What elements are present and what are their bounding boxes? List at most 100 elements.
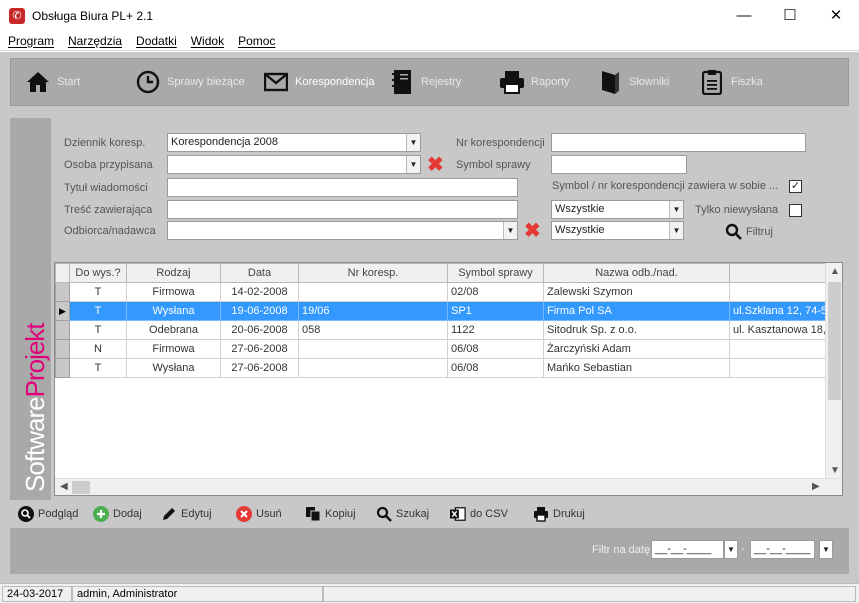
date-separator: - — [741, 543, 745, 555]
kopiuj-button[interactable]: Kopiuj — [305, 506, 356, 522]
vertical-scrollbar[interactable]: ▲ ▼ — [825, 263, 842, 480]
scroll-up-icon[interactable]: ▲ — [830, 266, 840, 277]
filtruj-button[interactable]: Filtruj — [725, 223, 773, 240]
odbiorca-label: Odbiorca/nadawca — [64, 225, 156, 237]
envelope-icon — [263, 69, 289, 95]
correspondence-grid: Do wys.? Rodzaj Data Nr koresp. Symbol s… — [54, 262, 843, 496]
szukaj-button[interactable]: Szukaj — [376, 506, 429, 522]
osoba-select[interactable]: ▼ — [167, 155, 421, 174]
scroll-down-icon[interactable]: ▼ — [830, 465, 840, 476]
copy-icon — [305, 506, 321, 522]
cell-nazwa: Firma Pol SA — [543, 301, 730, 321]
row-indicator[interactable] — [55, 358, 70, 378]
column-header[interactable]: Nazwa odb./nad. — [543, 263, 730, 283]
toolbar-rejestry-label: Rejestry — [421, 76, 462, 88]
zawiera-checkbox[interactable]: ✓ — [789, 180, 802, 193]
column-header[interactable]: Data — [220, 263, 299, 283]
menu-program[interactable]: Program — [8, 34, 54, 48]
menu-widok[interactable]: Widok — [191, 34, 224, 48]
toolbar-slowniki[interactable]: Słowniki — [597, 59, 669, 105]
menu-narzedzia[interactable]: Narzędzia — [68, 34, 122, 48]
window-title: Obsługa Biura PL+ 2.1 — [32, 8, 154, 23]
bottom-panel: Filtr na datę __-__-____ ▼ - __-__-____ … — [10, 528, 849, 574]
cell-rodzaj: Firmowa — [126, 339, 221, 359]
nr-label: Nr korespondencji — [456, 137, 545, 149]
cell-data: 20-06-2008 — [220, 320, 299, 340]
cell-data: 14-02-2008 — [220, 282, 299, 302]
dodaj-label: Dodaj — [113, 508, 142, 520]
edytuj-button[interactable]: Edytuj — [161, 506, 212, 522]
horizontal-scroll-thumb[interactable] — [72, 481, 90, 494]
podglad-button[interactable]: Podgląd — [18, 506, 78, 522]
cell-do-wys: T — [69, 320, 127, 340]
date-from-dropdown[interactable]: ▼ — [724, 540, 738, 559]
date-from-input[interactable]: __-__-____ — [651, 540, 724, 559]
cell-symbol: SP1 — [447, 301, 544, 321]
niewyslana-checkbox[interactable] — [789, 204, 802, 217]
menu-pomoc[interactable]: Pomoc — [238, 34, 275, 48]
cell-data: 27-06-2008 — [220, 339, 299, 359]
close-button[interactable]: ✕ — [813, 0, 859, 31]
minimize-button[interactable]: — — [721, 0, 767, 31]
table-row[interactable]: T Wysłana 27-06-2008 06/08 Mańko Sebasti… — [55, 358, 835, 378]
toolbar-raporty[interactable]: Raporty — [499, 59, 570, 105]
drukuj-button[interactable]: Drukuj — [533, 506, 585, 522]
status-select-1[interactable]: Wszystkie ▼ — [551, 200, 684, 219]
scroll-right-icon[interactable]: ▶ — [812, 481, 820, 492]
column-header[interactable]: Do wys.? — [69, 263, 127, 283]
cell-adres — [728, 282, 835, 302]
toolbar-sprawy[interactable]: Sprawy bieżące — [135, 59, 245, 105]
excel-icon — [450, 506, 466, 522]
nr-input[interactable] — [551, 133, 806, 152]
chevron-down-icon: ▼ — [406, 156, 420, 173]
toolbar-korespondencja[interactable]: Korespondencja — [263, 59, 375, 105]
toolbar-start[interactable]: Start — [25, 59, 80, 105]
row-indicator[interactable] — [55, 339, 70, 359]
table-row-selected[interactable]: ▶ T Wysłana 19-06-2008 19/06 SP1 Firma P… — [55, 301, 835, 321]
toolbar-rejestry[interactable]: Rejestry — [389, 59, 461, 105]
cell-adres: ul.Szklana 12, 74-50 — [728, 301, 835, 321]
usun-button[interactable]: Usuń — [236, 506, 282, 522]
print-icon — [533, 506, 549, 522]
table-row[interactable]: N Firmowa 27-06-2008 06/08 Żarczyński Ad… — [55, 339, 835, 359]
cell-rodzaj: Odebrana — [126, 320, 221, 340]
clear-odbiorca-icon[interactable]: ✖ — [524, 221, 541, 241]
tytul-input[interactable] — [167, 178, 518, 197]
column-header[interactable]: Symbol sprawy — [447, 263, 544, 283]
clear-osoba-icon[interactable]: ✖ — [427, 155, 444, 175]
cell-nr: 19/06 — [298, 301, 448, 321]
csv-button[interactable]: do CSV — [450, 506, 508, 522]
odbiorca-select[interactable]: ▼ — [167, 221, 518, 240]
add-icon — [93, 506, 109, 522]
title-bar: ✆ Obsługa Biura PL+ 2.1 — ☐ ✕ — [0, 0, 859, 31]
cell-do-wys: N — [69, 339, 127, 359]
dziennik-label: Dziennik koresp. — [64, 137, 146, 149]
row-indicator[interactable] — [55, 282, 70, 302]
date-to-input[interactable]: __-__-____ — [750, 540, 815, 559]
column-header[interactable]: Nr koresp. — [298, 263, 448, 283]
column-header[interactable]: Rodzaj — [126, 263, 221, 283]
row-pointer-icon[interactable]: ▶ — [55, 301, 70, 321]
clipboard-icon — [699, 69, 725, 95]
scroll-left-icon[interactable]: ◀ — [60, 481, 68, 492]
dziennik-select[interactable]: Korespondencja 2008 ▼ — [167, 133, 421, 152]
toolbar-fiszka[interactable]: Fiszka — [699, 59, 763, 105]
maximize-button[interactable]: ☐ — [767, 0, 813, 31]
tresc-input[interactable] — [167, 200, 518, 219]
menu-bar: Program Narzędzia Dodatki Widok Pomoc — [0, 31, 859, 51]
toolbar-raporty-label: Raporty — [531, 76, 570, 88]
table-row[interactable]: T Firmowa 14-02-2008 02/08 Zalewski Szym… — [55, 282, 835, 302]
cell-nr: 058 — [298, 320, 448, 340]
column-header[interactable] — [728, 263, 835, 283]
vertical-scroll-thumb[interactable] — [828, 282, 841, 400]
table-row[interactable]: T Odebrana 20-06-2008 058 1122 Sitodruk … — [55, 320, 835, 340]
toolbar-start-label: Start — [57, 76, 81, 88]
row-indicator[interactable] — [55, 320, 70, 340]
menu-dodatki[interactable]: Dodatki — [136, 34, 177, 48]
dodaj-button[interactable]: Dodaj — [93, 506, 142, 522]
symbol-input[interactable] — [551, 155, 687, 174]
status-bar: 24-03-2017 admin, Administrator — [0, 583, 859, 603]
horizontal-scrollbar[interactable]: ◀ ▶ — [55, 478, 842, 495]
status-select-2[interactable]: Wszystkie ▼ — [551, 221, 684, 240]
date-to-dropdown[interactable]: ▼ — [819, 540, 833, 559]
